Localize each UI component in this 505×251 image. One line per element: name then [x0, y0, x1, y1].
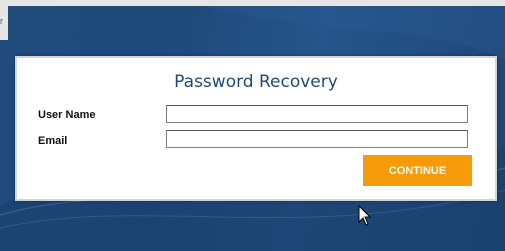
- mouse-pointer-icon: [358, 205, 372, 226]
- edge-glyph: r: [0, 16, 3, 26]
- user-name-input[interactable]: [166, 105, 468, 123]
- email-label: Email: [38, 135, 68, 147]
- email-input[interactable]: [166, 130, 468, 148]
- window-top-edge: [0, 0, 505, 6]
- window-left-edge: r: [0, 0, 8, 40]
- continue-button[interactable]: CONTINUE: [363, 155, 472, 186]
- desktop-background: r Password Recovery User Name Email CONT…: [0, 0, 505, 251]
- password-recovery-dialog: Password Recovery User Name Email CONTIN…: [15, 56, 497, 201]
- dialog-title: Password Recovery: [174, 72, 338, 92]
- user-name-label: User Name: [38, 109, 96, 121]
